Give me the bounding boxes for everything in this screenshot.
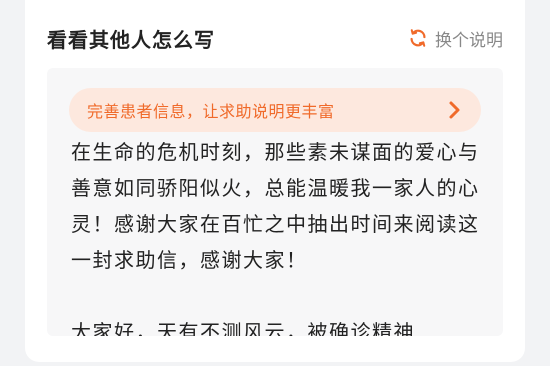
- refresh-icon: [410, 29, 426, 47]
- example-card: 看看其他人怎么写 换个说明 完善患者信息，让求助说明更丰富 在生命的危机时刻，那…: [25, 0, 525, 362]
- chevron-right-icon: [449, 101, 460, 119]
- example-story-text: 在生命的危机时刻，那些素未谋面的爱心与善意如同骄阳似火，总能温暖我一家人的心灵！…: [71, 134, 483, 336]
- card-header: 看看其他人怎么写 换个说明: [47, 20, 503, 56]
- switch-description-button[interactable]: 换个说明: [407, 26, 503, 51]
- example-panel: 完善患者信息，让求助说明更丰富 在生命的危机时刻，那些素未谋面的爱心与善意如同骄…: [47, 68, 503, 336]
- switch-description-label: 换个说明: [435, 30, 503, 51]
- story-paragraph: 在生命的危机时刻，那些素未谋面的爱心与善意如同骄阳似火，总能温暖我一家人的心灵！…: [71, 140, 480, 272]
- complete-patient-info-banner[interactable]: 完善患者信息，让求助说明更丰富: [69, 88, 481, 132]
- story-paragraph: 大家好，天有不测风云，被确诊精神: [71, 320, 415, 336]
- banner-text: 完善患者信息，让求助说明更丰富: [87, 102, 335, 121]
- section-title: 看看其他人怎么写: [47, 27, 215, 52]
